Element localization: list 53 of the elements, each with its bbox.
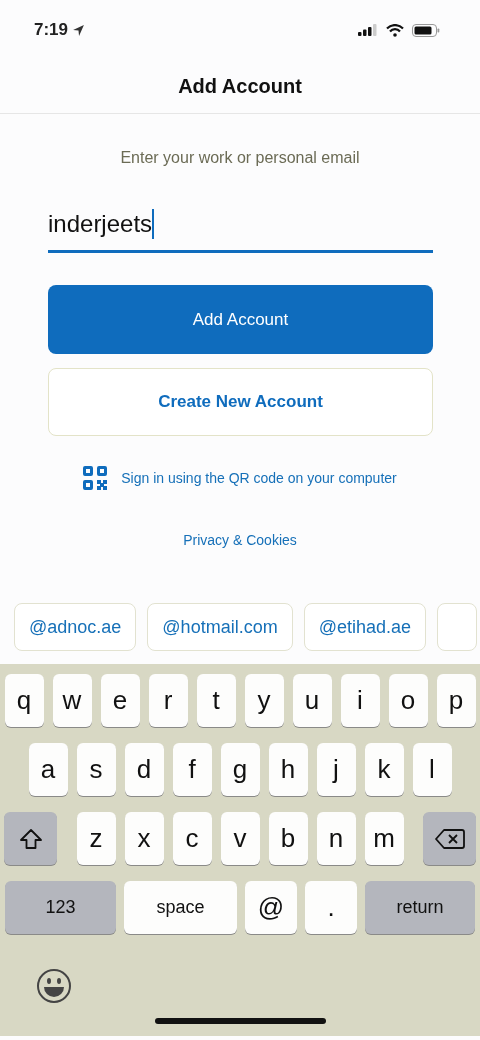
location-arrow-icon: [72, 23, 86, 37]
add-account-button[interactable]: Add Account: [48, 285, 433, 354]
key[interactable]: g: [220, 743, 260, 796]
suggestion-chip[interactable]: @etihad.ae: [303, 603, 426, 651]
shift-key[interactable]: [4, 812, 57, 865]
key[interactable]: x: [124, 812, 164, 865]
suggestion-chip[interactable]: @hotmail.com: [147, 603, 293, 651]
create-account-button[interactable]: Create New Account: [48, 368, 433, 436]
shift-arrow-icon: [18, 827, 43, 850]
numbers-key[interactable]: 123: [5, 881, 116, 934]
key[interactable]: l: [412, 743, 452, 796]
text-cursor: [152, 209, 155, 239]
key[interactable]: e: [100, 674, 140, 727]
suggestion-chip[interactable]: @adnoc.ae: [14, 603, 137, 651]
key[interactable]: k: [364, 743, 404, 796]
prompt-text: Enter your work or personal email: [119, 148, 361, 168]
key[interactable]: y: [244, 674, 284, 727]
key[interactable]: z: [76, 812, 116, 865]
key[interactable]: a: [28, 743, 68, 796]
screen-title: Add Account: [178, 73, 302, 99]
battery-icon: [412, 23, 440, 37]
qr-code-icon: [83, 466, 108, 490]
key[interactable]: i: [340, 674, 380, 727]
backspace-icon: [434, 827, 465, 850]
return-key[interactable]: return: [365, 881, 475, 934]
key[interactable]: u: [292, 674, 332, 727]
key[interactable]: @: [245, 881, 297, 934]
emoji-icon[interactable]: [36, 968, 72, 1004]
key[interactable]: s: [76, 743, 116, 796]
key[interactable]: b: [268, 812, 308, 865]
key[interactable]: h: [268, 743, 308, 796]
space-key[interactable]: space: [124, 881, 237, 934]
delete-key[interactable]: [423, 812, 476, 865]
key[interactable]: j: [316, 743, 356, 796]
key[interactable]: p: [436, 674, 476, 727]
wifi-icon: [386, 23, 404, 37]
key[interactable]: w: [52, 674, 92, 727]
key[interactable]: t: [196, 674, 236, 727]
key[interactable]: r: [148, 674, 188, 727]
key[interactable]: f: [172, 743, 212, 796]
key[interactable]: m: [364, 812, 404, 865]
key[interactable]: v: [220, 812, 260, 865]
key[interactable]: c: [172, 812, 212, 865]
privacy-link[interactable]: Privacy & Cookies: [183, 530, 297, 551]
key[interactable]: d: [124, 743, 164, 796]
qr-sign-in-link[interactable]: Sign in using the QR code on your computer: [121, 467, 397, 489]
key[interactable]: q: [4, 674, 44, 727]
key[interactable]: n: [316, 812, 356, 865]
signal-icon: [358, 24, 378, 36]
key[interactable]: o: [388, 674, 428, 727]
clock-time: 7:19: [34, 19, 69, 42]
email-field[interactable]: inderjeets: [48, 198, 433, 253]
key[interactable]: .: [305, 881, 357, 934]
